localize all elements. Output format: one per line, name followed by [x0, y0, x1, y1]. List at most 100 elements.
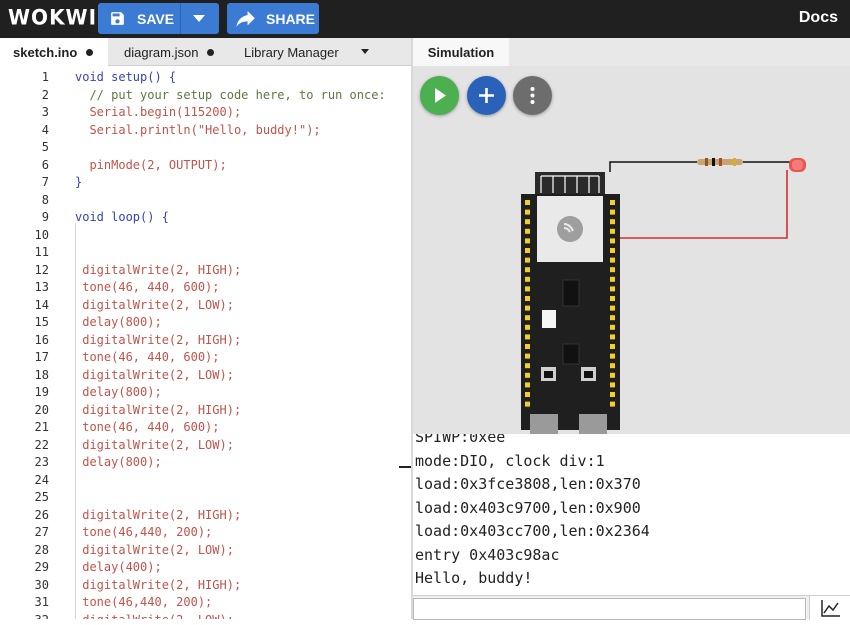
code-line[interactable]: 18 digitalWrite(2, LOW); [0, 367, 411, 385]
code-line[interactable]: 5 [0, 139, 411, 157]
header-pin[interactable] [525, 238, 530, 244]
code-line[interactable]: 21 tone(46, 440, 600); [0, 419, 411, 437]
code-line[interactable]: 28 digitalWrite(2, LOW); [0, 542, 411, 560]
resistor[interactable] [697, 158, 743, 166]
header-pin[interactable] [610, 296, 615, 301]
header-pin[interactable] [525, 219, 530, 225]
header-pin[interactable] [525, 334, 530, 340]
code-line[interactable]: 12 digitalWrite(2, HIGH); [0, 262, 411, 280]
code-line[interactable]: 26 digitalWrite(2, HIGH); [0, 507, 411, 525]
header-pin[interactable] [610, 276, 615, 282]
code-line[interactable]: 20 digitalWrite(2, HIGH); [0, 402, 411, 420]
header-pin[interactable] [525, 401, 530, 407]
header-pin[interactable] [525, 276, 530, 282]
header-pin[interactable] [525, 315, 530, 321]
plotter-button[interactable] [809, 596, 850, 620]
header-pin[interactable] [610, 382, 615, 388]
code-line[interactable]: 29 delay(400); [0, 559, 411, 577]
header-pin[interactable] [610, 200, 615, 205]
header-pin[interactable] [525, 363, 530, 369]
wokwi-logo[interactable]: WOKWI [8, 4, 97, 29]
save-button[interactable]: SAVE [98, 3, 219, 34]
code-line[interactable]: 4 Serial.println("Hello, buddy!"); [0, 122, 411, 140]
header-pin[interactable] [610, 372, 615, 378]
tabs-menu-chevron-down-icon[interactable] [361, 49, 369, 54]
header-pin[interactable] [610, 305, 615, 311]
esp32-board[interactable] [521, 172, 620, 434]
header-pin[interactable] [525, 200, 530, 205]
header-pin[interactable] [525, 296, 530, 301]
share-button[interactable]: SHARE [227, 3, 319, 34]
code-line[interactable]: 7} [0, 174, 411, 192]
header-pin[interactable] [525, 305, 530, 311]
header-pin[interactable] [610, 315, 615, 321]
code-line[interactable]: 19 delay(800); [0, 384, 411, 402]
header-pin[interactable] [610, 219, 615, 225]
header-pin[interactable] [525, 392, 530, 397]
simulation-canvas[interactable] [413, 66, 850, 434]
code-line[interactable]: 22 digitalWrite(2, LOW); [0, 437, 411, 455]
code-line[interactable]: 10 [0, 227, 411, 245]
ground-wire[interactable] [609, 161, 697, 172]
code-line[interactable]: 1 void setup() { [0, 69, 411, 87]
header-pin[interactable] [610, 401, 615, 407]
header-pin[interactable] [525, 257, 530, 263]
header-pin[interactable] [610, 286, 615, 292]
code-text: digitalWrite(2, LOW); [75, 542, 234, 557]
header-pin[interactable] [525, 248, 530, 253]
code-line[interactable]: 8 [0, 192, 411, 210]
header-pin[interactable] [610, 267, 615, 273]
header-pin[interactable] [610, 334, 615, 340]
led[interactable] [789, 158, 806, 172]
code-line[interactable]: 17 tone(46, 440, 600); [0, 349, 411, 367]
header-pin[interactable] [610, 238, 615, 244]
code-line[interactable]: 2 // put your setup code here, to run on… [0, 87, 411, 105]
tab-sketch-ino[interactable]: sketch.ino [0, 38, 108, 67]
tab-simulation[interactable]: Simulation [413, 38, 509, 66]
code-line[interactable]: 11 [0, 244, 411, 262]
line-number: 32 [0, 612, 49, 620]
header-pin[interactable] [525, 228, 530, 234]
code-line[interactable]: 32 digitalWrite(2, LOW); [0, 612, 411, 620]
code-line[interactable]: 23 delay(800); [0, 454, 411, 472]
header-pin[interactable] [610, 363, 615, 369]
code-line[interactable]: 13 tone(46, 440, 600); [0, 279, 411, 297]
header-pin[interactable] [525, 353, 530, 359]
header-pin[interactable] [610, 324, 615, 330]
docs-link[interactable]: Docs [799, 9, 838, 27]
code-line[interactable]: 25 [0, 489, 411, 507]
header-pin[interactable] [525, 267, 530, 273]
code-line[interactable]: 16 digitalWrite(2, HIGH); [0, 332, 411, 350]
header-pin[interactable] [610, 353, 615, 359]
header-pin[interactable] [525, 372, 530, 378]
code-line[interactable]: 9 void loop() { [0, 209, 411, 227]
led-wire[interactable] [743, 161, 794, 166]
save-label: SAVE [137, 11, 175, 27]
code-editor[interactable]: 1 void setup() {2 // put your setup code … [0, 66, 411, 619]
code-line[interactable]: 14 digitalWrite(2, LOW); [0, 297, 411, 315]
header-pin[interactable] [610, 392, 615, 397]
code-line[interactable]: 30 digitalWrite(2, HIGH); [0, 577, 411, 595]
signal-wire[interactable] [603, 170, 788, 239]
header-pin[interactable] [525, 324, 530, 330]
header-pin[interactable] [610, 209, 615, 215]
tab-diagram-json[interactable]: diagram.json [108, 38, 230, 66]
header-pin[interactable] [525, 382, 530, 388]
save-options-chevron-down-icon[interactable] [193, 15, 205, 22]
tab-library-manager[interactable]: Library Manager [230, 38, 380, 66]
share-icon [236, 11, 256, 30]
header-pin[interactable] [525, 209, 530, 215]
serial-input[interactable] [413, 598, 806, 620]
header-pin[interactable] [525, 344, 530, 349]
header-pin[interactable] [610, 344, 615, 349]
code-line[interactable]: 31 tone(46,440, 200); [0, 594, 411, 612]
code-line[interactable]: 27 tone(46,440, 200); [0, 524, 411, 542]
code-line[interactable]: 15 delay(800); [0, 314, 411, 332]
header-pin[interactable] [610, 228, 615, 234]
code-line[interactable]: 24 [0, 472, 411, 490]
code-line[interactable]: 6 pinMode(2, OUTPUT); [0, 157, 411, 175]
header-pin[interactable] [525, 286, 530, 292]
code-line[interactable]: 3 Serial.begin(115200); [0, 104, 411, 122]
header-pin[interactable] [610, 248, 615, 253]
header-pin[interactable] [610, 257, 615, 263]
